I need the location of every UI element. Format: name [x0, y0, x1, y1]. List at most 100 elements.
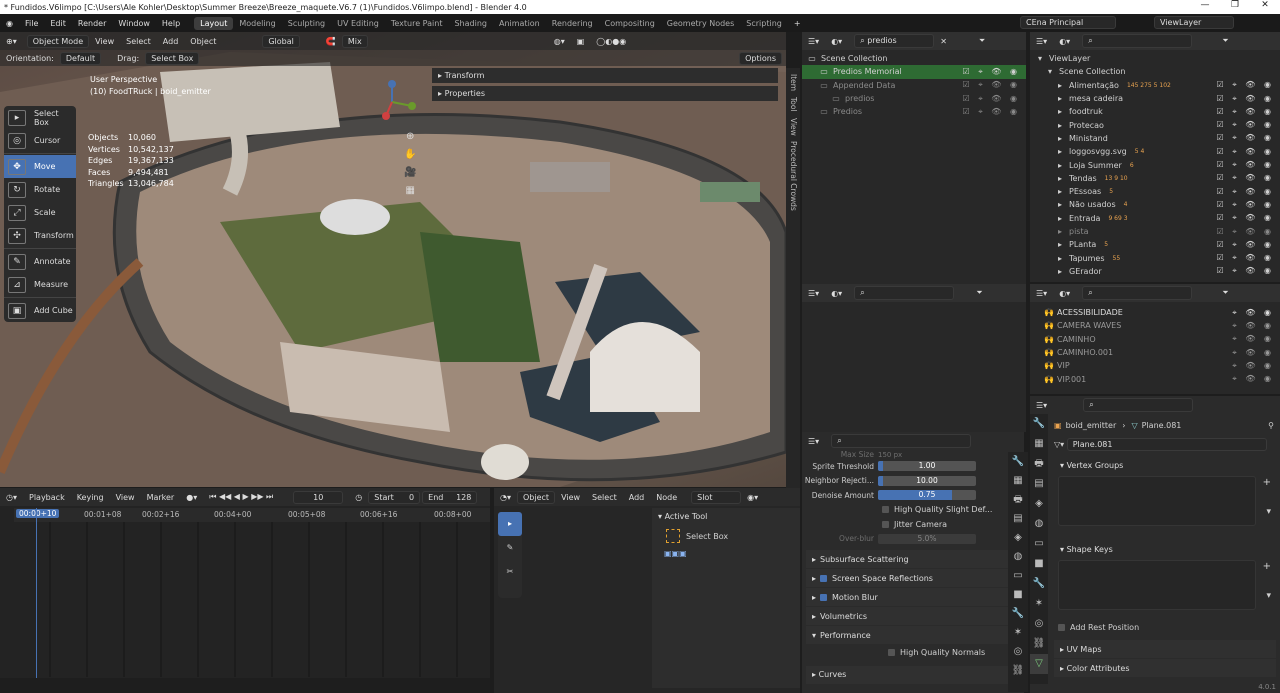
slot-selector[interactable]: Slot	[691, 490, 742, 504]
visibility-toggles-icon[interactable]: ☑ ⌖ 👁 ◉	[1217, 200, 1274, 210]
outliner-row[interactable]: ▸ mesa cadeira ☑ ⌖ 👁 ◉	[1030, 92, 1280, 105]
add-rest-position-row[interactable]: Add Rest Position	[1030, 620, 1280, 634]
3d-viewport[interactable]: ⊕▾ Object Mode View Select Add Object Globa…	[0, 32, 786, 487]
expand-arrow-icon[interactable]: ▸	[1056, 267, 1064, 276]
shape-keys-section[interactable]: ▾ Shape Keys	[1054, 540, 1276, 558]
object-tab-icon[interactable]: ■	[1008, 585, 1028, 604]
collection-icon[interactable]: ▾	[1046, 67, 1054, 76]
mesh-name-field[interactable]: Plane.081	[1066, 437, 1267, 451]
color-attributes-section[interactable]: ▸ Color Attributes	[1054, 659, 1276, 677]
editor-type-icon[interactable]: ☰▾	[802, 289, 825, 298]
visibility-toggles-icon[interactable]: ⌖ 👁 ◉	[1232, 361, 1274, 371]
curves-section[interactable]: ▸ Curves	[806, 665, 1020, 684]
render-check-row[interactable]: High Quality Slight Def...	[802, 503, 1024, 518]
hq-normals-row[interactable]: High Quality Normals	[802, 645, 1024, 660]
view-layer-tab-icon[interactable]: ▤	[1030, 474, 1048, 494]
outliner-row[interactable]: ▾ ViewLayer	[1030, 52, 1280, 65]
tab-compositing[interactable]: Compositing	[599, 17, 661, 30]
visibility-toggles-icon[interactable]: ☑ ⌖ 👁 ◉	[1217, 94, 1274, 104]
outliner-search-input[interactable]: ⌕ predios	[854, 34, 935, 48]
editor-type-icon[interactable]: ◷▾	[0, 493, 23, 502]
editor-type-icon[interactable]: ☰▾	[1030, 401, 1053, 410]
properties-search[interactable]: ⌕	[1083, 398, 1194, 412]
object-type-selector[interactable]: Object	[517, 490, 556, 504]
physics-tab-icon[interactable]: ◎	[1030, 614, 1048, 634]
current-frame-field[interactable]: 10	[293, 490, 344, 504]
add-workspace-button[interactable]: +	[788, 19, 807, 28]
viewport-overlays-icon[interactable]: ◍▾	[548, 37, 571, 46]
visibility-toggles-icon[interactable]: ☑ ⌖ 👁 ◉	[1217, 253, 1274, 263]
pan-icon[interactable]: ✋	[404, 146, 416, 164]
viewport-menu-select[interactable]: Select	[120, 37, 157, 46]
viewport-menu-view[interactable]: View	[89, 37, 120, 46]
tool-measure[interactable]: ⊿ Measure	[4, 273, 76, 296]
expand-arrow-icon[interactable]: ▸	[1056, 214, 1064, 223]
timeline-menu-view[interactable]: View	[110, 493, 141, 502]
shading-modes-icon[interactable]: ◯◐●◉	[590, 37, 632, 46]
properties-panel-header[interactable]: ▸ Properties	[432, 86, 778, 101]
visibility-toggles-icon[interactable]: ☑ ⌖ 👁 ◉	[1217, 160, 1274, 170]
outliner-row[interactable]: ▸ pista ☑ ⌖ 👁 ◉	[1030, 225, 1280, 238]
add-vertex-group-button[interactable]: +	[1263, 477, 1271, 488]
section-checkbox[interactable]	[820, 574, 828, 582]
tab-layout[interactable]: Layout	[194, 16, 234, 30]
visibility-toggles-icon[interactable]: ☑ ⌖ 👁 ◉	[1217, 266, 1274, 276]
visibility-toggles-icon[interactable]: ☑ ⌖ 👁 ◉	[963, 107, 1020, 117]
node-menu-node[interactable]: Node	[650, 493, 683, 502]
tool-add-cube[interactable]: ▣ Add Cube	[4, 299, 76, 322]
tab-texture-paint[interactable]: Texture Paint	[385, 17, 449, 30]
outliner-row[interactable]: 🙌 CAMERA WAVES ⌖ 👁 ◉	[1030, 319, 1280, 332]
object-tab-icon[interactable]: ■	[1030, 554, 1048, 574]
tab-rendering[interactable]: Rendering	[546, 17, 599, 30]
outliner-row[interactable]: 🙌 CAMINHO.001 ⌖ 👁 ◉	[1030, 346, 1280, 359]
render-tab-icon[interactable]: ▦	[1030, 434, 1048, 454]
tab-sculpting[interactable]: Sculpting	[282, 17, 331, 30]
render-tab-icon[interactable]: ▦	[1008, 471, 1028, 490]
select-box-tool-icon[interactable]: ▸	[498, 512, 522, 536]
visibility-toggles-icon[interactable]: ☑ ⌖ 👁 ◉	[963, 94, 1020, 104]
playhead[interactable]	[36, 508, 37, 693]
tab-scripting[interactable]: Scripting	[740, 17, 788, 30]
outliner-row[interactable]: ▸ Loja Summer 6 ☑ ⌖ 👁 ◉	[1030, 158, 1280, 171]
outliner-row[interactable]: ▸ GErador ☑ ⌖ 👁 ◉	[1030, 265, 1280, 278]
particles-tab-icon[interactable]: ✶	[1030, 594, 1048, 614]
expand-arrow-icon[interactable]: ▸	[1056, 174, 1064, 183]
vertex-groups-section[interactable]: ▾ Vertex Groups	[1054, 456, 1276, 474]
scene-tab-icon[interactable]: ◈	[1008, 528, 1028, 547]
navigation-gizmo[interactable]: ⊕ ✋ 🎥 ▦	[404, 128, 416, 200]
tab-animation[interactable]: Animation	[493, 17, 546, 30]
mode-selector[interactable]: Object Mode	[26, 34, 90, 48]
visibility-toggles-icon[interactable]: ☑ ⌖ 👁 ◉	[1217, 133, 1274, 143]
view-layer-selector[interactable]: ViewLayer	[1154, 16, 1234, 29]
outliner-row[interactable]: ▸ Entrada 9 69 3 ☑ ⌖ 👁 ◉	[1030, 212, 1280, 225]
editor-type-icon[interactable]: ☰▾	[802, 437, 825, 446]
output-tab-icon[interactable]: 🖶	[1008, 490, 1028, 509]
xray-icon[interactable]: ▣	[571, 37, 591, 46]
tab-modeling[interactable]: Modeling	[233, 17, 281, 30]
collection-icon[interactable]: ▾	[1036, 54, 1044, 63]
editor-type-icon[interactable]: ☰▾	[1030, 289, 1053, 298]
annotate-tool-icon[interactable]: ✎	[498, 536, 522, 560]
node-menu-add[interactable]: Add	[623, 493, 651, 502]
particles-tab-icon[interactable]: ✶	[1008, 623, 1028, 642]
blend-selector[interactable]: Mix	[341, 34, 368, 48]
start-frame-field[interactable]: Start 0	[368, 490, 421, 504]
outliner-row[interactable]: ▸ foodtruk ☑ ⌖ 👁 ◉	[1030, 105, 1280, 118]
zoom-icon[interactable]: ⊕	[404, 128, 416, 146]
sidebar-tab-view[interactable]: View	[789, 118, 798, 136]
visibility-toggles-icon[interactable]: ⌖ 👁 ◉	[1232, 374, 1274, 384]
modifier-tab-icon[interactable]: 🔧	[1030, 574, 1048, 594]
world-tab-icon[interactable]: ◍	[1030, 514, 1048, 534]
editor-type-icon[interactable]: ☰▾	[1030, 37, 1053, 46]
render-slider[interactable]: 0.75	[878, 490, 976, 501]
sidebar-tab-item[interactable]: Item	[789, 74, 798, 91]
active-tool-row[interactable]: Select Box	[652, 525, 800, 547]
visibility-toggles-icon[interactable]: ☑ ⌖ 👁 ◉	[1217, 120, 1274, 130]
menu-file[interactable]: File	[19, 19, 44, 28]
shape-key-menu-icon[interactable]: ▾	[1266, 591, 1271, 601]
outliner-row[interactable]: ▸ Tendas 13 9 10 ☑ ⌖ 👁 ◉	[1030, 172, 1280, 185]
tool-tab-icon[interactable]: 🔧	[1030, 414, 1048, 434]
expand-arrow-icon[interactable]: ▸	[1056, 240, 1064, 249]
hq-normals-checkbox[interactable]	[888, 648, 895, 656]
snap-icon[interactable]: 🧲	[320, 37, 342, 46]
